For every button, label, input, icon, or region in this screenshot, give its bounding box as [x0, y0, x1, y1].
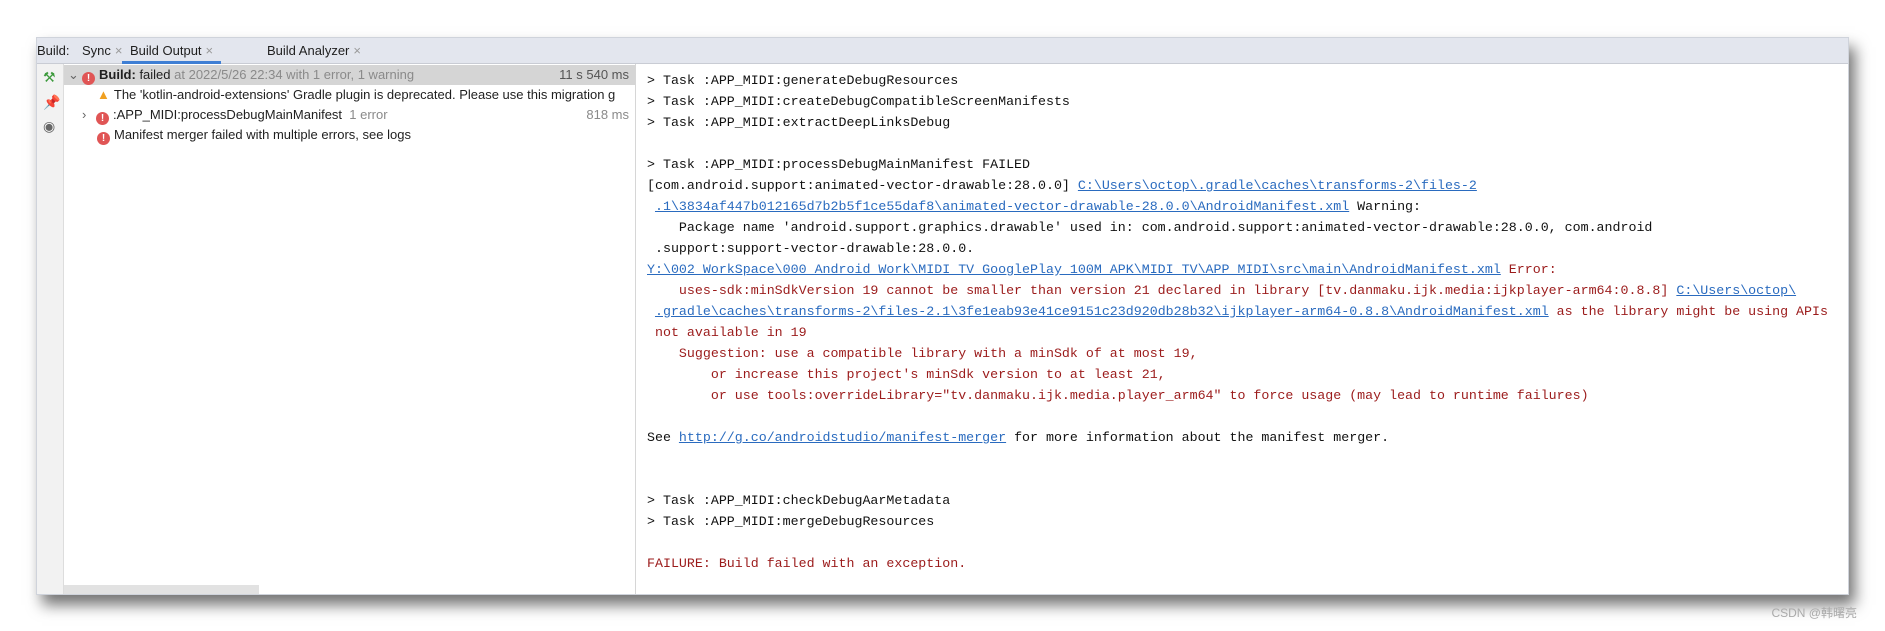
- error-text: Manifest merger failed with multiple err…: [114, 127, 411, 142]
- hammer-icon[interactable]: ⚒: [43, 69, 56, 86]
- warning-icon: ▲: [97, 87, 110, 102]
- tree-row-task[interactable]: ›! :APP_MIDI:processDebugMainManifest 1 e…: [64, 105, 635, 125]
- tree-row-build[interactable]: ⌄! Build: failed at 2022/5/26 22:34 with …: [64, 65, 635, 85]
- console-line: not available in 19: [647, 325, 807, 340]
- tab-build-output[interactable]: Build Output ×: [122, 38, 222, 64]
- console-line: > Task :APP_MIDI:generateDebugResources: [647, 73, 959, 88]
- console-line: or use tools:overrideLibrary="tv.danmaku…: [647, 388, 1589, 403]
- console-line: or increase this project's minSdk versio…: [647, 367, 1166, 382]
- text: Error:: [1500, 262, 1557, 277]
- console-output[interactable]: > Task :APP_MIDI:generateDebugResources …: [637, 64, 1848, 594]
- watermark: CSDN @韩曙亮: [1771, 606, 1857, 620]
- build-tree: ⌄! Build: failed at 2022/5/26 22:34 with …: [64, 64, 636, 594]
- tab-build-analyzer[interactable]: Build Analyzer ×: [267, 43, 361, 58]
- text: for more information about the manifest …: [1006, 430, 1390, 445]
- file-link[interactable]: C:\Users\octop\: [1676, 283, 1796, 298]
- file-link[interactable]: Y:\002 WorkSpace\000 Android Work\MIDI T…: [647, 262, 1501, 277]
- file-link[interactable]: .1\3834af447b012165d7b2b5f1ce55daf8\anim…: [655, 199, 1349, 214]
- console-line: > Task :APP_MIDI:checkDebugAarMetadata: [647, 493, 951, 508]
- error-icon: !: [82, 72, 95, 85]
- console-line: See http://g.co/androidstudio/manifest-m…: [647, 427, 1828, 448]
- text: uses-sdk:minSdkVersion 19 cannot be smal…: [647, 283, 1677, 298]
- text: See: [647, 430, 679, 445]
- chevron-down-icon[interactable]: ⌄: [68, 65, 82, 85]
- task-detail: 1 error: [349, 107, 388, 122]
- build-label: Build:: [37, 43, 70, 58]
- tree-row-error[interactable]: ! Manifest merger failed with multiple er…: [64, 125, 635, 145]
- build-label: Build:: [99, 67, 136, 82]
- build-status: failed: [135, 67, 171, 82]
- console-line: > Task :APP_MIDI:mergeDebugResources: [647, 514, 935, 529]
- console-line: Suggestion: use a compatible library wit…: [647, 346, 1198, 361]
- console-line: Package name 'android.support.graphics.d…: [647, 220, 1653, 235]
- build-detail: at 2022/5/26 22:34 with 1 error, 1 warni…: [170, 67, 415, 82]
- console-line: uses-sdk:minSdkVersion 19 cannot be smal…: [647, 280, 1828, 301]
- console-line: > Task :APP_MIDI:processDebugMainManifes…: [647, 157, 1031, 172]
- horizontal-scrollbar[interactable]: [64, 585, 259, 594]
- console-line: [com.android.support:animated-vector-dra…: [647, 175, 1828, 196]
- warning-text: The 'kotlin-android-extensions' Gradle p…: [113, 87, 616, 102]
- task-label: :APP_MIDI:processDebugMainManifest: [113, 107, 343, 122]
- error-icon: !: [97, 132, 110, 145]
- manifest-merger-link[interactable]: http://g.co/androidstudio/manifest-merge…: [679, 430, 1006, 445]
- text: [com.android.support:animated-vector-dra…: [647, 178, 1078, 193]
- eye-icon[interactable]: ◉: [43, 118, 55, 135]
- tab-sync[interactable]: Sync ×: [82, 43, 123, 58]
- tree-row-warning[interactable]: ▲ The 'kotlin-android-extensions' Gradle …: [64, 85, 635, 105]
- tab-label: Sync: [82, 43, 111, 58]
- file-link[interactable]: C:\Users\octop\.gradle\caches\transforms…: [1078, 178, 1477, 193]
- build-tool-window: Build: Sync × Build Output × Build Analyze…: [36, 37, 1849, 595]
- pin-icon[interactable]: 📌: [43, 94, 60, 111]
- tab-bar: Build: Sync × Build Output × Build Analyze…: [37, 38, 1848, 64]
- chevron-right-icon[interactable]: ›: [82, 105, 96, 125]
- text: as the library might be using APIs: [1548, 304, 1828, 319]
- close-icon[interactable]: ×: [206, 43, 214, 58]
- build-time: 11 s 540 ms: [559, 67, 629, 82]
- tool-strip: ⚒ 📌 ◉: [37, 64, 64, 594]
- file-link[interactable]: .gradle\caches\transforms-2\files-2.1\3f…: [655, 304, 1549, 319]
- task-time: 818 ms: [586, 107, 629, 122]
- console-line: > Task :APP_MIDI:createDebugCompatibleSc…: [647, 94, 1070, 109]
- console-line: .1\3834af447b012165d7b2b5f1ce55daf8\anim…: [647, 196, 1828, 217]
- console-line: > Task :APP_MIDI:extractDeepLinksDebug: [647, 115, 951, 130]
- console-line: FAILURE: Build failed with an exception.: [647, 556, 967, 571]
- text: Warning:: [1349, 199, 1422, 214]
- error-icon: !: [96, 112, 109, 125]
- close-icon[interactable]: ×: [353, 43, 361, 58]
- tab-label: Build Output: [130, 43, 202, 58]
- console-line: .gradle\caches\transforms-2\files-2.1\3f…: [647, 301, 1828, 322]
- console-line: .support:support-vector-drawable:28.0.0.: [647, 241, 975, 256]
- tab-label: Build Analyzer: [267, 43, 350, 58]
- console-line: Y:\002 WorkSpace\000 Android Work\MIDI T…: [647, 259, 1828, 280]
